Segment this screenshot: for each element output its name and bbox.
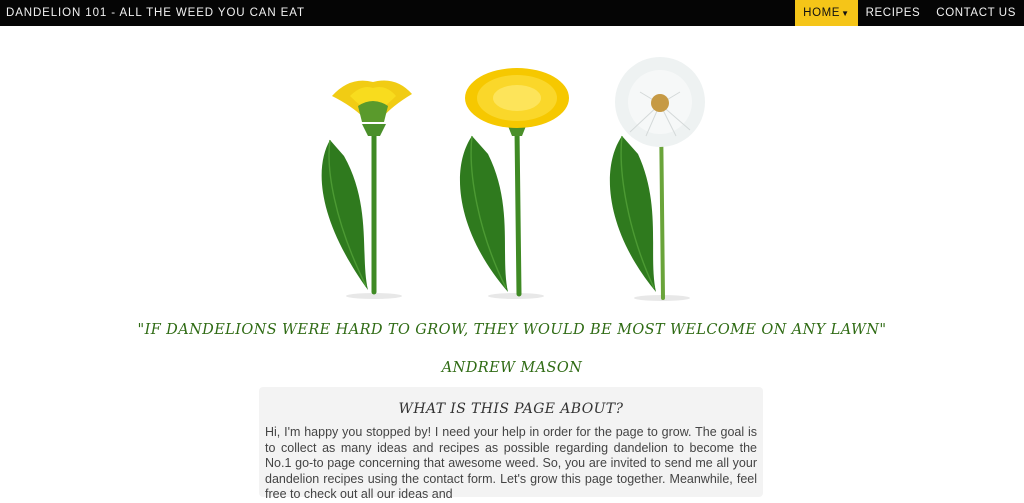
about-text: Hi, I'm happy you stopped by! I need you… [265, 425, 757, 501]
nav-menu: HOME▼ RECIPES CONTACT US [795, 0, 1024, 26]
dandelion-seedhead-plant [609, 57, 705, 300]
about-panel: WHAT IS THIS PAGE ABOUT? Hi, I'm happy y… [259, 387, 763, 501]
dandelion-bud-plant [321, 80, 412, 295]
quote-author: ANDREW MASON [441, 360, 583, 376]
nav-home-label: HOME [803, 7, 841, 19]
hero-quote: "IF DANDELIONS WERE HARD TO GROW, THEY W… [137, 322, 887, 338]
nav-recipes[interactable]: RECIPES [858, 0, 929, 26]
caret-down-icon: ▼ [841, 9, 850, 18]
site-brand[interactable]: DANDELION 101 - ALL THE WEED YOU CAN EAT [6, 0, 305, 26]
plant-shadow [488, 293, 544, 299]
nav-contact-us[interactable]: CONTACT US [928, 0, 1024, 26]
dandelion-illustration [321, 57, 705, 301]
about-title: WHAT IS THIS PAGE ABOUT? [398, 401, 624, 417]
top-navbar: DANDELION 101 - ALL THE WEED YOU CAN EAT… [0, 0, 1024, 26]
dandelion-flower-plant [459, 68, 569, 297]
nav-home[interactable]: HOME▼ [795, 0, 858, 26]
